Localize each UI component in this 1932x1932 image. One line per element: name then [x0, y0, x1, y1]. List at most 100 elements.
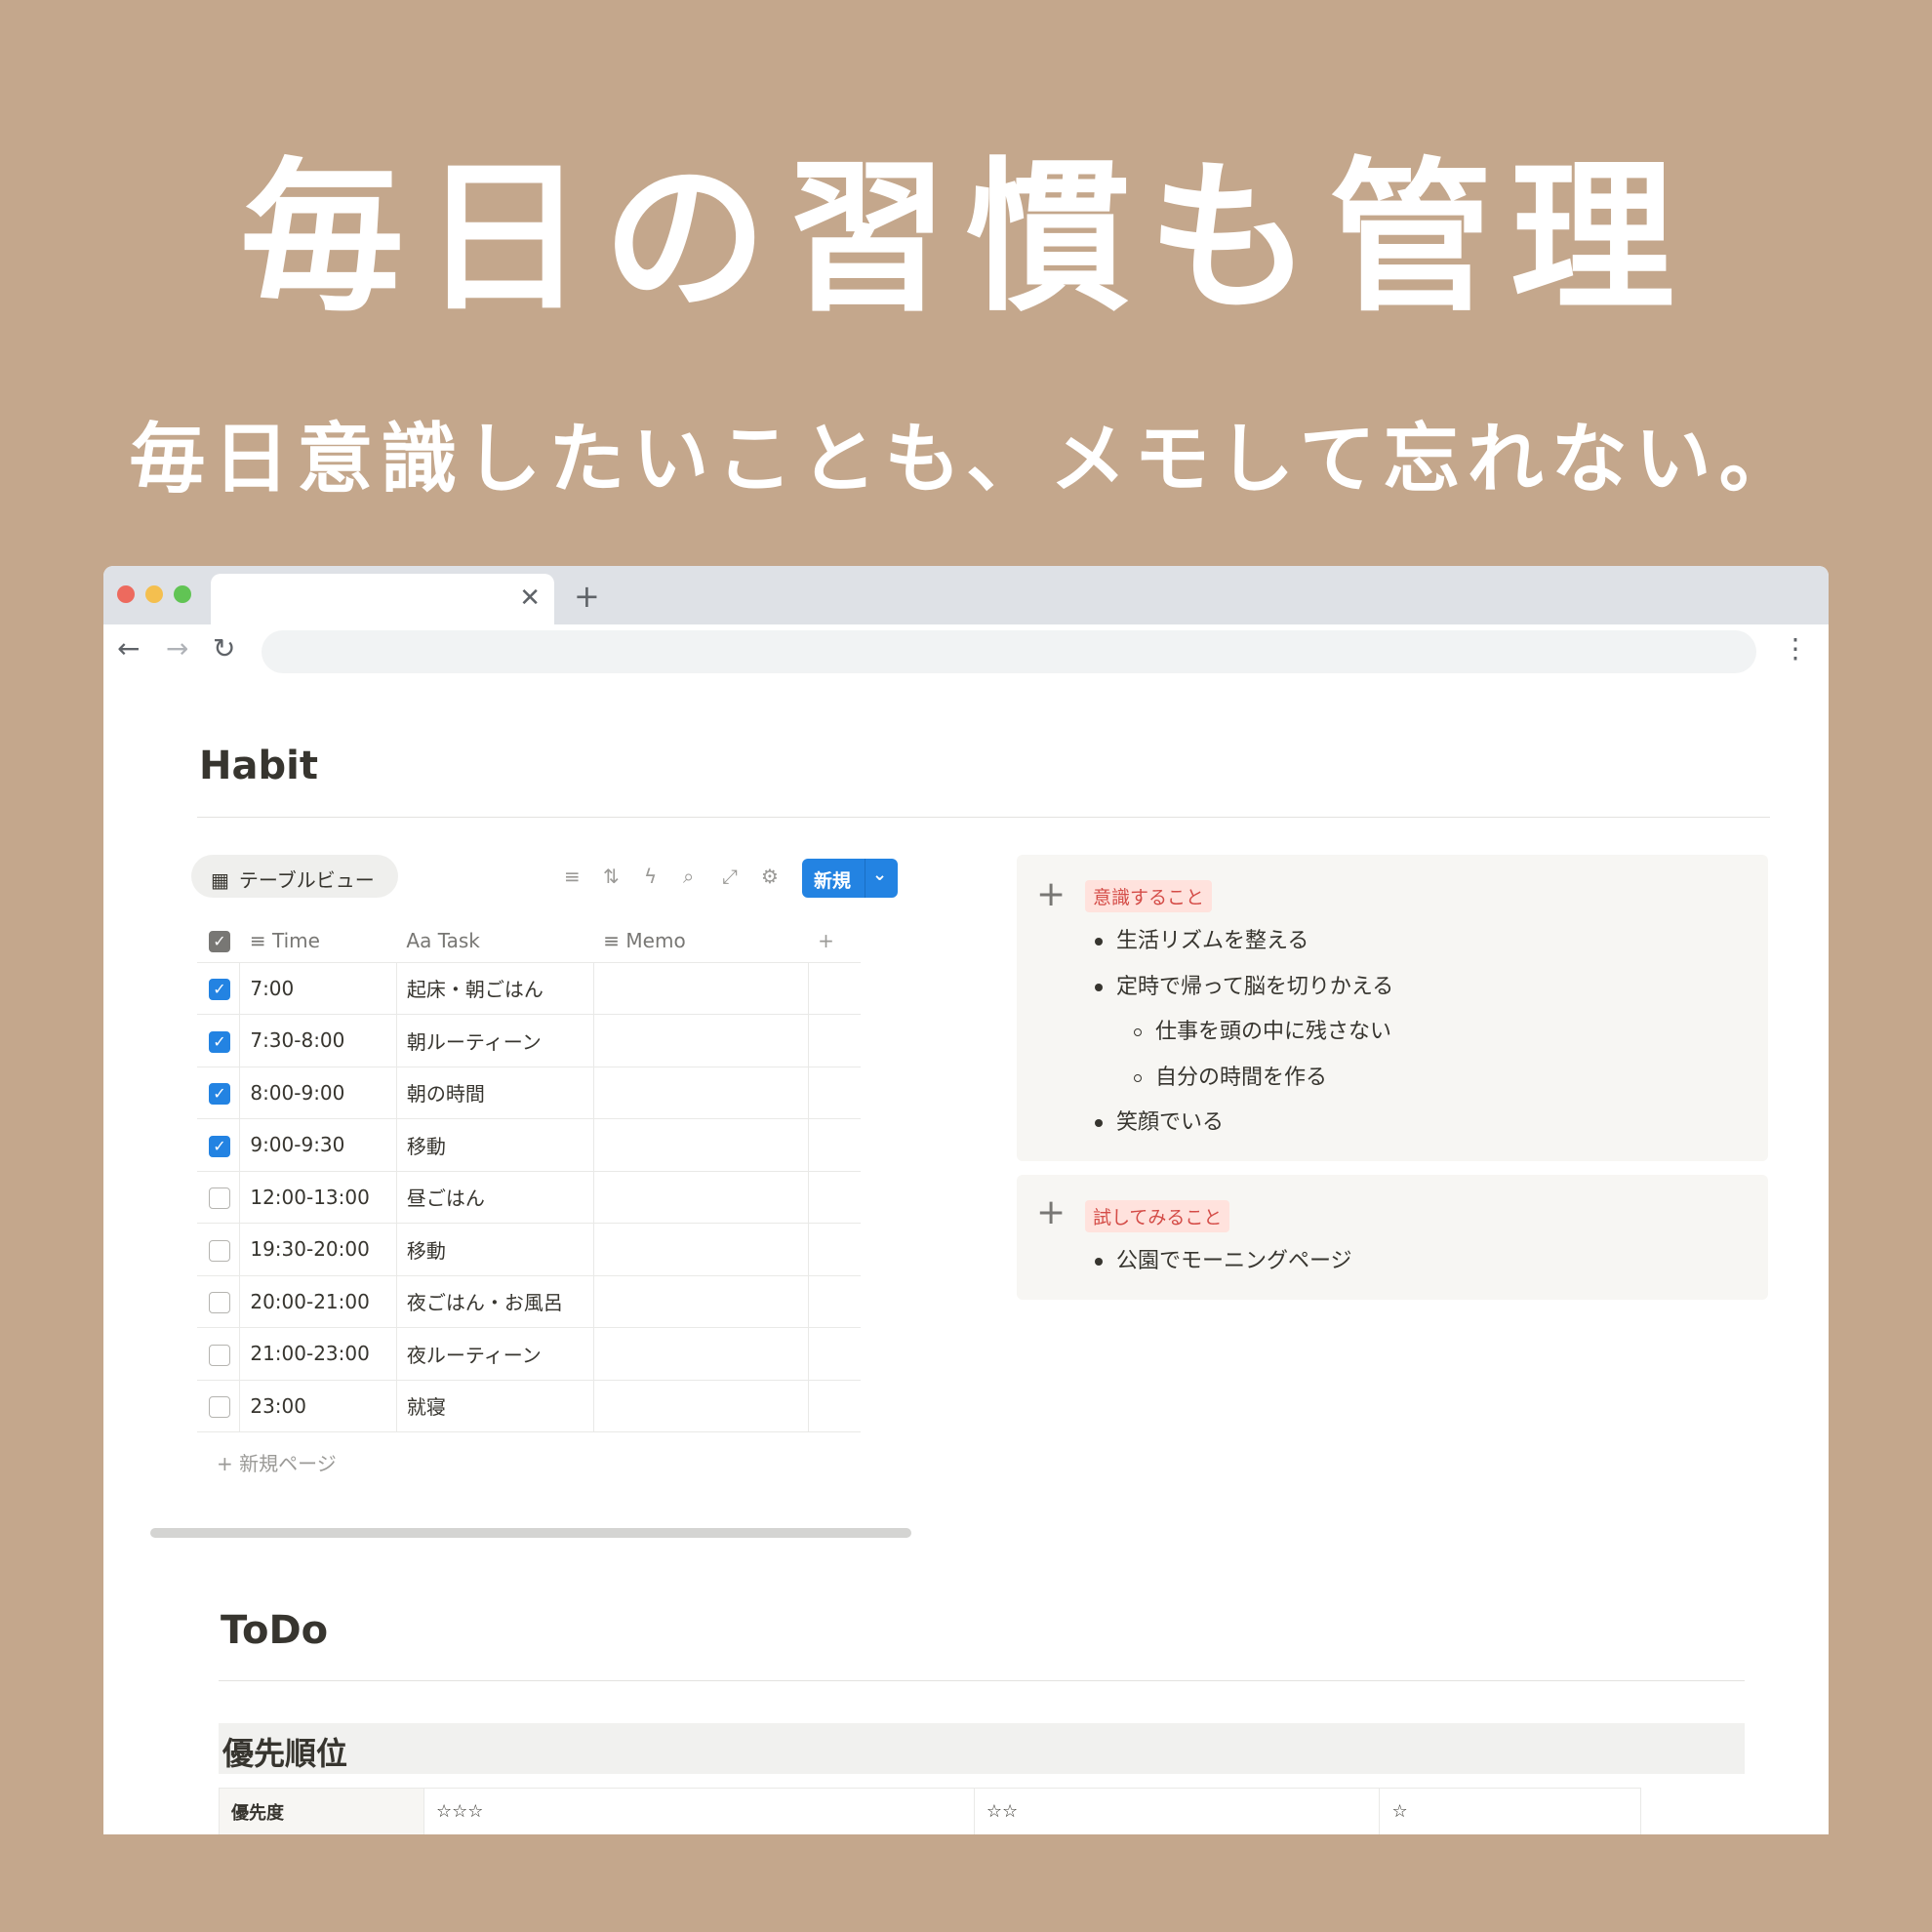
row-checkbox-cell[interactable]: ✓: [197, 1118, 241, 1172]
table-row[interactable]: 12:00-13:00 昼ごはん: [197, 1171, 861, 1224]
row-checkbox-cell[interactable]: [197, 1275, 241, 1328]
extra-cell: [808, 1118, 861, 1172]
column-header-task[interactable]: Aa Task: [396, 919, 594, 963]
priority-table: 優先度 ☆☆☆ ☆☆ ☆: [219, 1788, 1641, 1834]
task-cell[interactable]: 起床・朝ごはん: [396, 962, 594, 1015]
browser-tab[interactable]: ✕: [211, 574, 554, 624]
memo-cell[interactable]: [593, 962, 809, 1015]
mindful-list: 生活リズムを整える 定時で帰って脳を切りかえる 仕事を頭の中に残さない 自分の時…: [1085, 919, 1393, 1147]
column-header-memo[interactable]: ≡ Memo: [593, 919, 809, 963]
memo-cell[interactable]: [593, 1380, 809, 1432]
plus-icon[interactable]: +: [1036, 874, 1066, 914]
extra-cell: [808, 1171, 861, 1224]
row-checkbox-cell[interactable]: [197, 1380, 241, 1432]
task-cell[interactable]: 昼ごはん: [396, 1171, 594, 1224]
row-checkbox-cell[interactable]: ✓: [197, 962, 241, 1015]
table-row[interactable]: ✓ 7:00 起床・朝ごはん: [197, 962, 861, 1015]
row-checkbox-cell[interactable]: [197, 1223, 241, 1276]
checkbox[interactable]: ✓: [209, 1083, 230, 1105]
task-cell[interactable]: 就寝: [396, 1380, 594, 1432]
checkbox-header[interactable]: ✓: [209, 931, 230, 952]
settings-icon[interactable]: ⚙: [761, 865, 779, 888]
memo-cell[interactable]: [593, 1327, 809, 1381]
sort-icon[interactable]: ⇅: [603, 865, 620, 888]
chevron-down-icon[interactable]: ⌄: [872, 865, 887, 885]
checkbox[interactable]: ✓: [209, 1135, 230, 1157]
task-cell[interactable]: 夜ルーティーン: [396, 1327, 594, 1381]
automation-icon[interactable]: ϟ: [644, 865, 657, 888]
minimize-window-button[interactable]: [145, 585, 163, 603]
row-checkbox-cell[interactable]: [197, 1171, 241, 1224]
time-cell[interactable]: 8:00-9:00: [239, 1067, 397, 1119]
memo-cell[interactable]: [593, 1118, 809, 1172]
address-bar[interactable]: [262, 630, 1756, 673]
table-row[interactable]: ✓ 8:00-9:00 朝の時間: [197, 1067, 861, 1119]
memo-cell[interactable]: [593, 1223, 809, 1276]
try-list: 公園でモーニングページ: [1085, 1239, 1352, 1285]
checkbox[interactable]: [209, 1187, 230, 1209]
memo-cell[interactable]: [593, 1275, 809, 1328]
memo-cell[interactable]: [593, 1067, 809, 1119]
table-row[interactable]: 19:30-20:00 移動: [197, 1223, 861, 1276]
back-arrow-icon[interactable]: ←: [117, 632, 140, 664]
time-cell[interactable]: 7:00: [239, 962, 397, 1015]
table-row[interactable]: 21:00-23:00 夜ルーティーン: [197, 1327, 861, 1381]
checkbox[interactable]: [209, 1239, 230, 1262]
add-column-button[interactable]: +: [808, 919, 861, 963]
forward-arrow-icon[interactable]: →: [166, 632, 188, 664]
extra-cell: [808, 1223, 861, 1276]
task-cell[interactable]: 朝ルーティーン: [396, 1014, 594, 1067]
plus-icon[interactable]: +: [1036, 1192, 1066, 1232]
callout-try: + 試してみること 公園でモーニングページ: [1017, 1175, 1768, 1300]
time-cell[interactable]: 21:00-23:00: [239, 1327, 397, 1381]
task-cell[interactable]: 朝の時間: [396, 1067, 594, 1119]
new-button-label: 新規: [814, 870, 852, 892]
select-all-header[interactable]: ✓: [197, 919, 240, 963]
checkbox[interactable]: [209, 1344, 230, 1366]
new-page-button[interactable]: + 新規ページ: [217, 1448, 337, 1476]
checkbox[interactable]: [209, 1396, 230, 1418]
task-cell[interactable]: 移動: [396, 1223, 594, 1276]
time-cell[interactable]: 12:00-13:00: [239, 1171, 397, 1224]
horizontal-scrollbar[interactable]: [150, 1528, 911, 1538]
table-row[interactable]: 23:00 就寝: [197, 1380, 861, 1432]
table-view-tab[interactable]: ▦ テーブルビュー: [191, 855, 398, 898]
memo-cell[interactable]: [593, 1171, 809, 1224]
browser-window: ✕ + ← → ↻ ⋮ Habit ▦ テーブルビュー ≡ ⇅ ϟ ⌕ ⤢ ⚙ 新…: [103, 566, 1829, 1834]
time-cell[interactable]: 19:30-20:00: [239, 1223, 397, 1276]
more-menu-icon[interactable]: ⋮: [1782, 632, 1809, 664]
checkbox[interactable]: [209, 1292, 230, 1313]
task-cell[interactable]: 夜ごはん・お風呂: [396, 1275, 594, 1328]
time-cell[interactable]: 20:00-21:00: [239, 1275, 397, 1328]
time-cell[interactable]: 23:00: [239, 1380, 397, 1432]
checkbox[interactable]: ✓: [209, 979, 230, 1000]
row-checkbox-cell[interactable]: ✓: [197, 1014, 241, 1067]
time-cell[interactable]: 9:00-9:30: [239, 1118, 397, 1172]
column-header-time[interactable]: ≡ Time: [239, 919, 397, 963]
time-cell[interactable]: 7:30-8:00: [239, 1014, 397, 1067]
maximize-window-button[interactable]: [174, 585, 191, 603]
list-item: 自分の時間を作る: [1085, 1056, 1393, 1102]
memo-cell[interactable]: [593, 1014, 809, 1067]
new-tab-button[interactable]: +: [574, 578, 600, 615]
reload-icon[interactable]: ↻: [213, 632, 235, 664]
row-checkbox-cell[interactable]: [197, 1327, 241, 1381]
row-checkbox-cell[interactable]: ✓: [197, 1067, 241, 1119]
close-icon[interactable]: ✕: [519, 584, 541, 613]
task-cell[interactable]: 移動: [396, 1118, 594, 1172]
checkbox[interactable]: ✓: [209, 1030, 230, 1053]
extra-cell: [808, 1067, 861, 1119]
list-item: 笑顔でいる: [1085, 1101, 1393, 1147]
priority-heading: 優先順位: [219, 1723, 1745, 1774]
table-row[interactable]: 20:00-21:00 夜ごはん・お風呂: [197, 1275, 861, 1328]
table-row[interactable]: ✓ 7:30-8:00 朝ルーティーン: [197, 1014, 861, 1067]
list-item: 定時で帰って脳を切りかえる: [1085, 965, 1393, 1011]
expand-icon[interactable]: ⤢: [722, 865, 738, 888]
search-icon[interactable]: ⌕: [683, 865, 694, 888]
filter-icon[interactable]: ≡: [564, 865, 581, 888]
subheadline: 毎日意識したいことも、メモして忘れない。: [129, 416, 1803, 503]
new-button[interactable]: 新規 ⌄: [802, 859, 898, 898]
close-window-button[interactable]: [117, 585, 135, 603]
extra-cell: [808, 1014, 861, 1067]
table-row[interactable]: ✓ 9:00-9:30 移動: [197, 1118, 861, 1172]
